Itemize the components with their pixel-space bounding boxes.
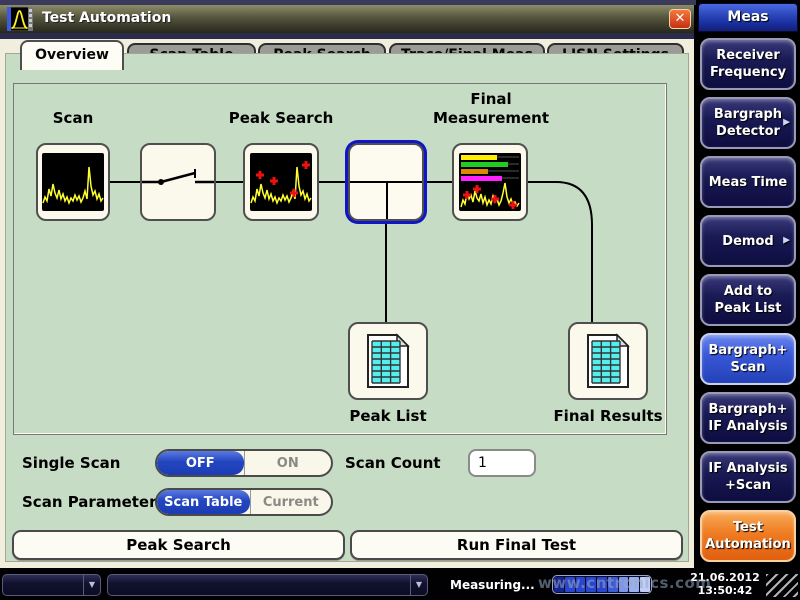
peak-search-trace-icon xyxy=(250,153,312,211)
peak-search-button[interactable]: Peak Search xyxy=(12,530,345,560)
softkey-receiver-frequency[interactable]: Receiver Frequency xyxy=(700,38,796,90)
final-measurement-node[interactable] xyxy=(452,143,528,221)
test-automation-dialog: Test Automation ✕ Overview Scan Table Pe… xyxy=(0,5,694,568)
time: 13:50:42 xyxy=(682,584,768,597)
flow-corner-wire xyxy=(556,180,594,226)
submenu-arrow-icon: ▶ xyxy=(783,233,790,250)
dropdown-arrow-icon[interactable]: ▼ xyxy=(83,575,100,595)
switch-node[interactable] xyxy=(140,143,216,221)
date: 21.06.2012 xyxy=(682,571,768,584)
softkey-add-to-peak-list[interactable]: Add to Peak List xyxy=(700,274,796,326)
scan-parameter-label: Scan Parameter xyxy=(22,493,157,511)
final-results-label: Final Results xyxy=(538,407,678,426)
scan-parameter-toggle: Scan Table Current xyxy=(155,488,333,516)
resize-grip-icon xyxy=(766,574,798,597)
single-scan-off[interactable]: OFF xyxy=(157,451,244,475)
scan-label: Scan xyxy=(23,109,123,128)
single-scan-toggle: OFF ON xyxy=(155,449,333,477)
softkey-test-automation[interactable]: Test Automation xyxy=(700,510,796,562)
open-switch-icon xyxy=(142,145,214,219)
menu-header: Meas xyxy=(698,3,798,32)
single-scan-label: Single Scan xyxy=(22,454,120,472)
instrument-screen: Test Automation ✕ Overview Scan Table Pe… xyxy=(0,0,800,600)
peak-search-node[interactable] xyxy=(243,143,319,221)
close-button[interactable]: ✕ xyxy=(669,9,691,29)
run-final-test-button[interactable]: Run Final Test xyxy=(350,530,683,560)
dropdown-arrow-icon[interactable]: ▼ xyxy=(410,575,427,595)
scan-count-label: Scan Count xyxy=(345,454,441,472)
final-results-document-icon xyxy=(586,333,630,389)
softkey-if-analysis-scan[interactable]: IF Analysis +Scan xyxy=(700,451,796,503)
dialog-title: Test Automation xyxy=(42,10,171,26)
status-dropdown-1[interactable]: ▼ xyxy=(2,574,101,596)
measurement-progress-bar xyxy=(552,575,652,594)
scan-trace-icon xyxy=(42,153,104,211)
spectrum-app-icon xyxy=(7,7,33,31)
final-measurement-label: Final Measurement xyxy=(410,90,572,128)
measuring-status: Measuring... xyxy=(450,578,535,592)
softkey-meas-time[interactable]: Meas Time xyxy=(700,156,796,208)
flow-wire-to-final-results xyxy=(591,224,593,322)
softkey-bargraph-scan[interactable]: Bargraph+ Scan xyxy=(700,333,796,385)
scan-parameter-current[interactable]: Current xyxy=(250,490,331,514)
single-scan-on[interactable]: ON xyxy=(244,451,332,475)
final-results-node[interactable] xyxy=(568,322,648,400)
peak-search-label: Peak Search xyxy=(211,109,351,128)
tab-overview[interactable]: Overview xyxy=(20,40,124,70)
peak-list-node[interactable] xyxy=(348,322,428,400)
final-measurement-icon xyxy=(459,153,521,211)
date-time: 21.06.2012 13:50:42 xyxy=(682,571,768,597)
peak-list-document-icon xyxy=(366,333,410,389)
junction-node-selected[interactable] xyxy=(348,143,424,221)
softkey-bargraph-if-analysis[interactable]: Bargraph+ IF Analysis xyxy=(700,392,796,444)
status-dropdown-2[interactable]: ▼ xyxy=(107,574,428,596)
status-bar: ▼ ▼ Measuring... 21.06.2012 13:50:42 xyxy=(0,568,800,600)
scan-node[interactable] xyxy=(36,143,110,221)
scan-count-input[interactable]: 1 xyxy=(468,449,536,477)
softkey-demod[interactable]: Demod ▶ xyxy=(700,215,796,267)
scan-parameter-scan-table[interactable]: Scan Table xyxy=(157,490,250,514)
submenu-arrow-icon: ▶ xyxy=(783,115,790,132)
peak-list-label: Peak List xyxy=(338,407,438,426)
softkey-menu: Meas Receiver Frequency Bargraph Detecto… xyxy=(696,0,800,600)
titlebar-shadow xyxy=(0,33,694,39)
softkey-bargraph-detector[interactable]: Bargraph Detector ▶ xyxy=(700,97,796,149)
dialog-titlebar: Test Automation ✕ xyxy=(0,5,694,33)
